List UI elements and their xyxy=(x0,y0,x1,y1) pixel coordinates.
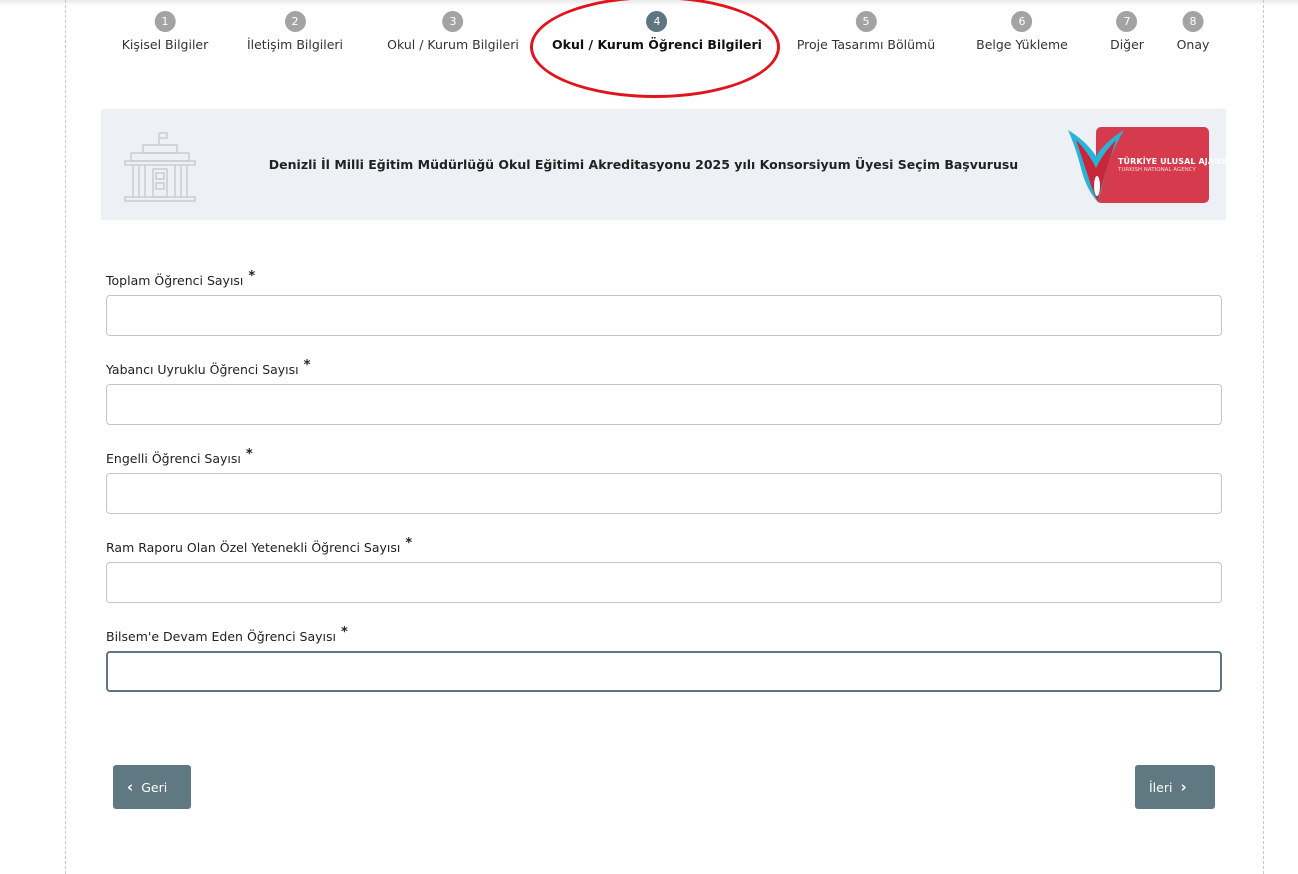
page-guide-left xyxy=(65,0,66,874)
step-number: 4 xyxy=(646,11,668,32)
total-students-input[interactable] xyxy=(106,295,1222,336)
step-number: 8 xyxy=(1182,11,1204,32)
step-label: Okul / Kurum Öğrenci Bilgileri xyxy=(552,37,762,52)
field-disabled-students: Engelli Öğrenci Sayısı * xyxy=(106,447,1222,514)
field-label: Bilsem'e Devam Eden Öğrenci Sayısı xyxy=(106,629,336,644)
step-8[interactable]: 8 Onay xyxy=(1176,11,1210,52)
field-bilsem-students: Bilsem'e Devam Eden Öğrenci Sayısı * xyxy=(106,625,1222,692)
field-total-students: Toplam Öğrenci Sayısı * xyxy=(106,269,1222,336)
next-button-label: İleri xyxy=(1149,779,1173,795)
required-mark: * xyxy=(245,447,253,462)
back-button-label: Geri xyxy=(141,779,168,795)
step-number: 7 xyxy=(1116,11,1138,32)
step-1[interactable]: 1 Kişisel Bilgiler xyxy=(121,11,209,52)
step-6[interactable]: 6 Belge Yükleme xyxy=(976,11,1068,52)
chevron-left-icon: ‹ xyxy=(127,778,134,796)
gifted-students-input[interactable] xyxy=(106,562,1222,603)
required-mark: * xyxy=(303,358,311,373)
step-5[interactable]: 5 Proje Tasarımı Bölümü xyxy=(797,11,935,52)
field-label: Engelli Öğrenci Sayısı xyxy=(106,451,241,466)
logo-subtext: TURKISH NATIONAL AGENCY xyxy=(1118,167,1196,173)
step-3[interactable]: 3 Okul / Kurum Bilgileri xyxy=(387,11,519,52)
step-label: Proje Tasarımı Bölümü xyxy=(796,37,936,52)
field-foreign-students: Yabancı Uyruklu Öğrenci Sayısı * xyxy=(106,358,1222,425)
field-label: Toplam Öğrenci Sayısı xyxy=(106,273,244,288)
application-banner: Denizli İl Milli Eğitim Müdürlüğü Okul E… xyxy=(101,109,1230,220)
step-number: 3 xyxy=(442,11,464,32)
banner-title: Denizli İl Milli Eğitim Müdürlüğü Okul E… xyxy=(268,157,1019,172)
step-7[interactable]: 7 Diğer xyxy=(1110,11,1144,52)
back-button[interactable]: ‹ Geri xyxy=(113,765,191,809)
step-label: Kişisel Bilgiler xyxy=(121,37,209,52)
top-shadow xyxy=(0,0,1298,6)
field-label: Ram Raporu Olan Özel Yetenekli Öğrenci S… xyxy=(106,540,401,555)
disabled-students-input[interactable] xyxy=(106,473,1222,514)
required-mark: * xyxy=(248,269,256,284)
required-mark: * xyxy=(405,536,413,551)
step-label: Onay xyxy=(1176,37,1210,52)
field-gifted-students: Ram Raporu Olan Özel Yetenekli Öğrenci S… xyxy=(106,536,1222,603)
foreign-students-input[interactable] xyxy=(106,384,1222,425)
step-number: 1 xyxy=(154,11,176,32)
step-number: 2 xyxy=(284,11,306,32)
bilsem-students-input[interactable] xyxy=(106,651,1222,692)
step-number: 6 xyxy=(1011,11,1033,32)
step-label: Okul / Kurum Bilgileri xyxy=(387,37,519,52)
chevron-right-icon: › xyxy=(1180,778,1187,796)
field-label: Yabancı Uyruklu Öğrenci Sayısı xyxy=(106,362,299,377)
logo-text: TÜRKİYE ULUSAL AJANSI xyxy=(1118,157,1230,166)
step-label: İletişim Bilgileri xyxy=(246,37,344,52)
page-guide-right xyxy=(1263,0,1264,874)
step-2[interactable]: 2 İletişim Bilgileri xyxy=(247,11,343,52)
step-4-active[interactable]: 4 Okul / Kurum Öğrenci Bilgileri xyxy=(552,11,762,52)
required-mark: * xyxy=(340,625,348,640)
step-number: 5 xyxy=(855,11,877,32)
turkish-national-agency-logo: TÜRKİYE ULUSAL AJANSI TURKISH NATIONAL A… xyxy=(1066,126,1230,203)
step-label: Belge Yükleme xyxy=(976,37,1068,52)
step-label: Diğer xyxy=(1110,37,1144,52)
next-button[interactable]: İleri › xyxy=(1135,765,1215,809)
